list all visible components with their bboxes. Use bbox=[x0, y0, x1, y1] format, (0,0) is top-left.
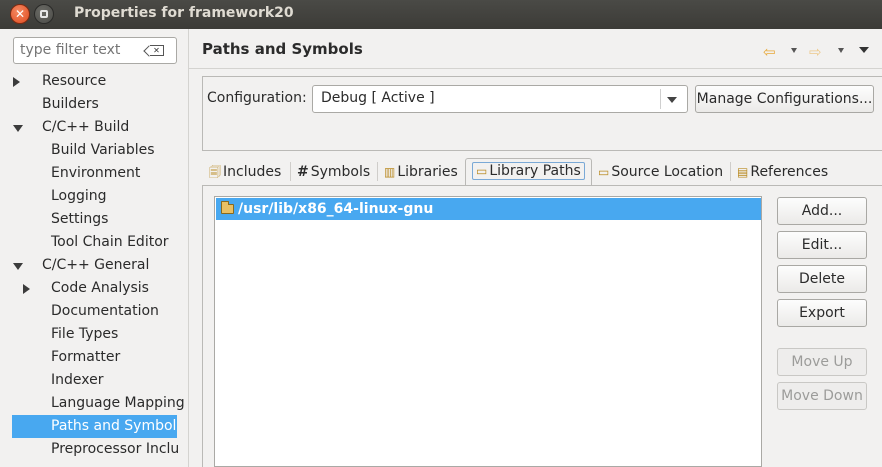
back-dropdown-icon[interactable] bbox=[791, 48, 797, 53]
tree-item-label: Environment bbox=[51, 165, 141, 181]
tree-item[interactable]: Settings bbox=[0, 208, 189, 231]
tab-label: Library Paths bbox=[489, 163, 581, 179]
expand-arrow-icon[interactable] bbox=[23, 284, 30, 294]
tab-label: Symbols bbox=[310, 164, 371, 180]
tab-separator bbox=[730, 162, 731, 181]
tree-item[interactable]: Documentation bbox=[0, 300, 189, 323]
tree-item[interactable]: Formatter bbox=[0, 346, 189, 369]
tree-item-label: Code Analysis bbox=[51, 280, 149, 296]
tree-item-label: Logging bbox=[51, 188, 107, 204]
library-path-list[interactable]: /usr/lib/x86_64-linux-gnu bbox=[214, 196, 762, 467]
filter-field[interactable]: ✕ bbox=[13, 37, 177, 64]
tree-item-label: Documentation bbox=[51, 303, 159, 319]
tree-item[interactable]: Resource bbox=[0, 70, 189, 93]
move-down-button[interactable]: Move Down bbox=[777, 382, 867, 410]
tab-label: References bbox=[750, 164, 829, 180]
libraries-icon: ▥ bbox=[384, 165, 396, 179]
tree-item[interactable]: Preprocessor Inclu bbox=[0, 438, 189, 461]
folder-open-icon: ▭ bbox=[476, 164, 488, 178]
tab-library-paths[interactable]: ▭ Library Paths bbox=[465, 158, 592, 185]
view-menu-icon[interactable] bbox=[859, 47, 869, 53]
collapse-arrow-icon[interactable] bbox=[13, 125, 23, 132]
window-title: Properties for framework20 bbox=[74, 5, 294, 21]
clear-filter-icon[interactable]: ✕ bbox=[150, 45, 164, 56]
tab-separator bbox=[377, 162, 378, 181]
library-path-label: /usr/lib/x86_64-linux-gnu bbox=[238, 201, 434, 217]
tree-item[interactable]: C/C++ General bbox=[0, 254, 189, 277]
folder-icon bbox=[221, 201, 234, 214]
tree-item-label: Resource bbox=[42, 73, 107, 89]
edit-button[interactable]: Edit... bbox=[777, 231, 867, 259]
manage-configurations-button[interactable]: Manage Configurations... bbox=[695, 85, 874, 113]
maximize-window-button[interactable] bbox=[34, 4, 54, 24]
move-up-button[interactable]: Move Up bbox=[777, 348, 867, 376]
delete-button[interactable]: Delete bbox=[777, 265, 867, 293]
tab-label: Libraries bbox=[397, 164, 458, 180]
tab-references[interactable]: ▤ References bbox=[737, 163, 828, 185]
tree-item[interactable]: Language Mapping bbox=[0, 392, 189, 415]
tree-item[interactable]: C/C++ Build bbox=[0, 116, 189, 139]
filter-input[interactable] bbox=[20, 42, 145, 58]
tree-item-label: Settings bbox=[51, 211, 109, 227]
tree-item-label: C/C++ Build bbox=[42, 119, 130, 135]
add-button[interactable]: Add... bbox=[777, 197, 867, 225]
tab-source-location[interactable]: ▭ Source Location bbox=[598, 163, 723, 185]
tree-item-label: Preprocessor Inclu bbox=[51, 441, 180, 457]
references-icon: ▤ bbox=[737, 165, 749, 179]
tree-item-label: Formatter bbox=[51, 349, 121, 365]
tree-item[interactable]: Paths and Symbols bbox=[12, 415, 177, 438]
expand-arrow-icon[interactable] bbox=[13, 77, 20, 87]
pane-divider[interactable] bbox=[188, 29, 189, 467]
tree-item[interactable]: Tool Chain Editor bbox=[0, 231, 189, 254]
page-title: Paths and Symbols bbox=[202, 40, 363, 58]
tree-item[interactable]: File Types bbox=[0, 323, 189, 346]
forward-dropdown-icon[interactable] bbox=[838, 48, 844, 53]
collapse-arrow-icon[interactable] bbox=[13, 263, 23, 270]
tree-item[interactable]: Build Variables bbox=[0, 139, 189, 162]
tree-item-label: Build Variables bbox=[51, 142, 155, 158]
header-separator bbox=[189, 68, 882, 69]
tab-symbols[interactable]: # Symbols bbox=[297, 163, 370, 185]
hash-icon: # bbox=[297, 164, 309, 180]
tree-item[interactable]: Environment bbox=[0, 162, 189, 185]
source-folder-icon: ▭ bbox=[598, 165, 610, 179]
list-item[interactable]: /usr/lib/x86_64-linux-gnu bbox=[216, 198, 761, 220]
tree-item-label: Indexer bbox=[51, 372, 104, 388]
tree-item[interactable]: Indexer bbox=[0, 369, 189, 392]
tab-separator bbox=[290, 162, 291, 181]
tree-item-label: Paths and Symbols bbox=[51, 418, 177, 434]
navigation-pane: ✕ Resource Builders C/C++ Build Build Varia… bbox=[0, 29, 189, 467]
export-button[interactable]: Export bbox=[777, 299, 867, 327]
forward-arrow-icon[interactable]: ⇨ bbox=[809, 43, 822, 61]
chevron-down-icon bbox=[667, 97, 677, 103]
tab-libraries[interactable]: ▥ Libraries bbox=[384, 163, 458, 185]
configuration-select[interactable]: Debug [ Active ] bbox=[312, 85, 688, 113]
tab-includes[interactable]: 🗐 Includes bbox=[209, 163, 281, 185]
tree-item-label: Tool Chain Editor bbox=[51, 234, 169, 250]
tab-label: Includes bbox=[223, 164, 282, 180]
back-arrow-icon[interactable]: ⇦ bbox=[763, 43, 776, 61]
configuration-label: Configuration: bbox=[207, 90, 307, 106]
tree-item-label: Language Mapping bbox=[51, 395, 185, 411]
tab-label: Source Location bbox=[611, 164, 724, 180]
title-bar: ✕ Properties for framework20 bbox=[0, 0, 882, 29]
tree-item-label: File Types bbox=[51, 326, 119, 342]
includes-icon: 🗐 bbox=[209, 165, 221, 179]
tree-item[interactable]: Builders bbox=[0, 93, 189, 116]
tree-item-label: C/C++ General bbox=[42, 257, 150, 273]
tree-item-label: Builders bbox=[42, 96, 99, 112]
close-window-button[interactable]: ✕ bbox=[10, 4, 30, 24]
tree-item[interactable]: Logging bbox=[0, 185, 189, 208]
tree-item[interactable]: Code Analysis bbox=[0, 277, 189, 300]
configuration-value: Debug [ Active ] bbox=[321, 90, 435, 106]
